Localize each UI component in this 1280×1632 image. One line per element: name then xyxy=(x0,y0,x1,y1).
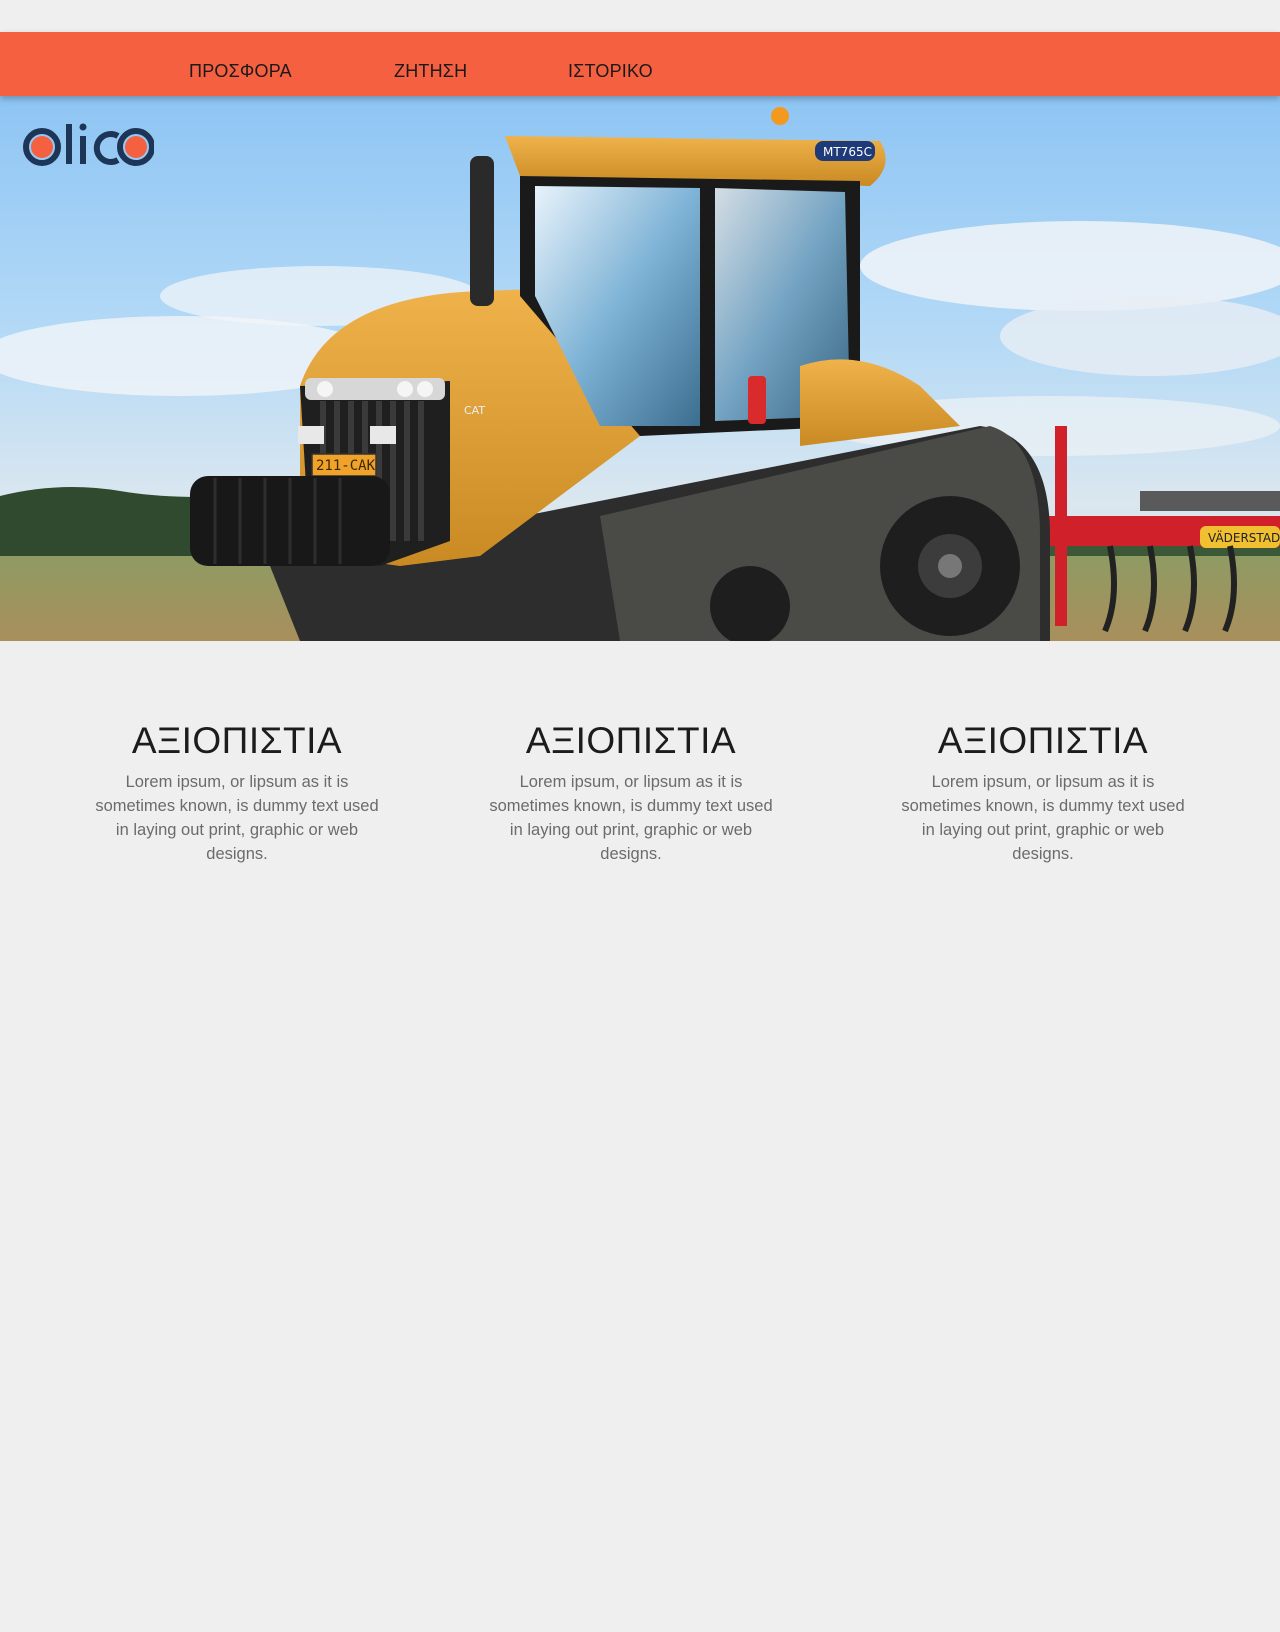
svg-text:CAT: CAT xyxy=(464,404,485,417)
feature-card: ΑΞΙΟΠΙΣΤΙΑ Lorem ipsum, or lipsum as it … xyxy=(67,718,407,866)
olico-logo[interactable] xyxy=(22,122,154,168)
feature-title: ΑΞΙΟΠΙΣΤΙΑ xyxy=(131,720,343,761)
feature-text: Lorem ipsum, or lipsum as it is sometime… xyxy=(95,773,379,863)
feature-text: Lorem ipsum, or lipsum as it is sometime… xyxy=(901,773,1185,863)
feature-card: ΑΞΙΟΠΙΣΤΙΑ Lorem ipsum, or lipsum as it … xyxy=(873,718,1213,866)
tractor-illustration: VÄDERSTAD 211-CAK CAT MT765C xyxy=(0,96,1280,641)
svg-text:VÄDERSTAD: VÄDERSTAD xyxy=(1208,530,1280,545)
nav-link-history[interactable]: ΙΣΤΟΡΙΚΟ xyxy=(568,62,653,80)
feature-card: ΑΞΙΟΠΙΣΤΙΑ Lorem ipsum, or lipsum as it … xyxy=(461,718,801,866)
nav-link-offer[interactable]: ΠΡΟΣΦΟΡΑ xyxy=(189,62,292,80)
feature-title: ΑΞΙΟΠΙΣΤΙΑ xyxy=(937,720,1149,761)
svg-text:MT765C: MT765C xyxy=(823,145,872,159)
top-navbar: ΠΡΟΣΦΟΡΑ ΖΗΤΗΣΗ ΙΣΤΟΡΙΚΟ xyxy=(0,32,1280,96)
svg-text:211-CAK: 211-CAK xyxy=(316,458,376,474)
hero-image: VÄDERSTAD 211-CAK CAT MT765C xyxy=(0,96,1280,641)
page: ΠΡΟΣΦΟΡΑ ΖΗΤΗΣΗ ΙΣΤΟΡΙΚΟ VÄDERSTAD 211-C… xyxy=(0,0,1280,1632)
nav-link-demand[interactable]: ΖΗΤΗΣΗ xyxy=(394,62,467,80)
feature-title: ΑΞΙΟΠΙΣΤΙΑ xyxy=(525,720,737,761)
feature-text: Lorem ipsum, or lipsum as it is sometime… xyxy=(489,773,773,863)
